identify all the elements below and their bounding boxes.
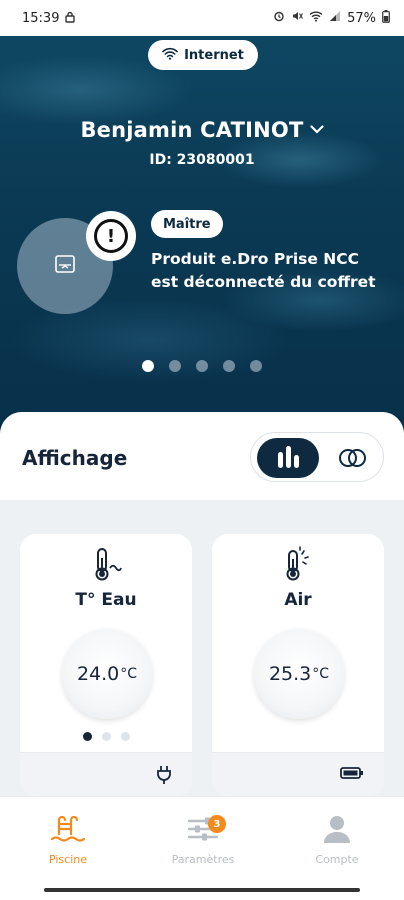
temperature-unit: °C bbox=[312, 666, 330, 682]
alarm-icon bbox=[273, 10, 285, 26]
card-dot[interactable] bbox=[82, 732, 92, 741]
temperature-unit: °C bbox=[120, 666, 138, 682]
user-icon bbox=[287, 811, 387, 847]
battery-icon bbox=[340, 765, 364, 784]
display-title: Affichage bbox=[22, 446, 128, 470]
user-selector[interactable]: Benjamin CATINOT bbox=[0, 118, 404, 142]
wifi-icon bbox=[162, 47, 178, 64]
rings-icon bbox=[339, 449, 366, 467]
bar-chart-icon bbox=[285, 446, 291, 468]
card-label: Air bbox=[284, 590, 312, 610]
card-footer bbox=[20, 752, 192, 796]
temperature-gauge: 25.3 °C bbox=[254, 629, 344, 719]
carousel-dot[interactable] bbox=[142, 360, 154, 372]
bars-view-button[interactable] bbox=[257, 438, 319, 478]
carousel-dots bbox=[0, 360, 404, 372]
nav-label: Piscine bbox=[48, 853, 88, 866]
bar-chart-icon bbox=[277, 452, 283, 468]
status-bar: 15:39 57% bbox=[0, 0, 404, 36]
carousel-dot[interactable] bbox=[169, 360, 181, 372]
temperature-gauge: 24.0 °C bbox=[62, 629, 152, 719]
user-name: Benjamin CATINOT bbox=[80, 118, 304, 142]
chevron-down-icon bbox=[309, 119, 324, 138]
sliders-icon bbox=[153, 811, 253, 847]
display-toggle bbox=[250, 432, 384, 482]
signal-icon bbox=[329, 10, 341, 26]
sun-thermometer-icon bbox=[212, 546, 384, 582]
card-dots bbox=[20, 732, 192, 741]
carousel-dot[interactable] bbox=[196, 360, 208, 372]
battery-percent: 57% bbox=[347, 10, 376, 26]
nav-label: Paramètres bbox=[171, 853, 235, 866]
nav-compte[interactable]: Compte bbox=[287, 811, 387, 866]
bottom-nav: Piscine 3 Paramètres Compte bbox=[0, 796, 404, 900]
pool-header: 15:39 57% Internet Benjamin CATINOT ID: … bbox=[0, 0, 404, 430]
pool-ladder-icon bbox=[18, 811, 118, 847]
status-time: 15:39 bbox=[22, 10, 60, 26]
alert-message: Produit e.Dro Prise NCC est déconnecté d… bbox=[151, 250, 376, 291]
role-chip: Maître bbox=[151, 210, 223, 238]
lock-icon bbox=[65, 11, 76, 26]
plug-icon bbox=[156, 765, 172, 789]
gesture-bar[interactable] bbox=[44, 888, 360, 892]
water-temp-card[interactable]: T° Eau 24.0 °C bbox=[20, 534, 192, 796]
rings-view-button[interactable] bbox=[325, 438, 379, 478]
connection-chip[interactable]: Internet bbox=[148, 40, 258, 70]
card-dot[interactable] bbox=[101, 732, 111, 741]
nav-parametres[interactable]: 3 Paramètres bbox=[153, 811, 253, 866]
socket-icon bbox=[54, 253, 76, 279]
card-label: T° Eau bbox=[75, 590, 137, 610]
content-sheet: Affichage T° Eau 24.0 °C Air 25.3 °C bbox=[0, 412, 404, 800]
temperature-value: 24.0 bbox=[76, 663, 120, 685]
battery-icon bbox=[382, 9, 390, 27]
carousel-dot[interactable] bbox=[250, 360, 262, 372]
notification-badge: 3 bbox=[208, 815, 226, 833]
carousel-dot[interactable] bbox=[223, 360, 235, 372]
alert-badge: ! bbox=[86, 211, 136, 261]
wifi-icon bbox=[309, 10, 323, 26]
mute-icon bbox=[291, 10, 304, 26]
exclamation-icon: ! bbox=[94, 219, 128, 253]
nav-piscine[interactable]: Piscine bbox=[18, 811, 118, 866]
air-temp-card[interactable]: Air 25.3 °C bbox=[212, 534, 384, 796]
water-thermometer-icon bbox=[20, 546, 192, 582]
card-footer bbox=[212, 752, 384, 796]
card-dot[interactable] bbox=[120, 732, 130, 741]
temperature-value: 25.3 bbox=[268, 663, 312, 685]
connection-label: Internet bbox=[184, 47, 244, 63]
display-row: Affichage bbox=[0, 412, 404, 500]
bar-chart-icon bbox=[293, 455, 299, 468]
nav-label: Compte bbox=[315, 853, 359, 866]
user-id: ID: 23080001 bbox=[149, 152, 255, 168]
